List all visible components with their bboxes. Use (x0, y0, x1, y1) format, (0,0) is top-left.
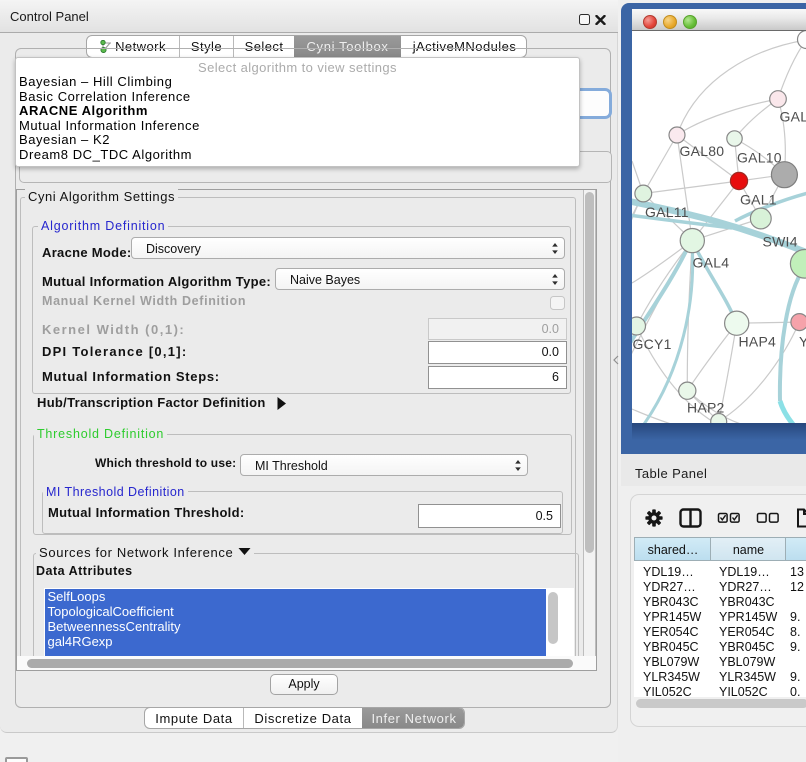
svg-text:GCY1: GCY1 (633, 336, 672, 352)
svg-text:GAL11: GAL11 (645, 204, 689, 220)
svg-text:HAP4: HAP4 (739, 334, 777, 350)
svg-text:Y: Y (799, 334, 806, 350)
svg-text:GAL7: GAL7 (780, 109, 806, 125)
svg-text:GAL4: GAL4 (693, 255, 730, 271)
svg-text:GAL80: GAL80 (680, 143, 725, 159)
svg-text:SWI4: SWI4 (763, 234, 798, 250)
svg-text:GAL10: GAL10 (737, 150, 782, 166)
svg-text:GAL1: GAL1 (740, 192, 777, 208)
svg-text:HAP2: HAP2 (687, 400, 725, 416)
